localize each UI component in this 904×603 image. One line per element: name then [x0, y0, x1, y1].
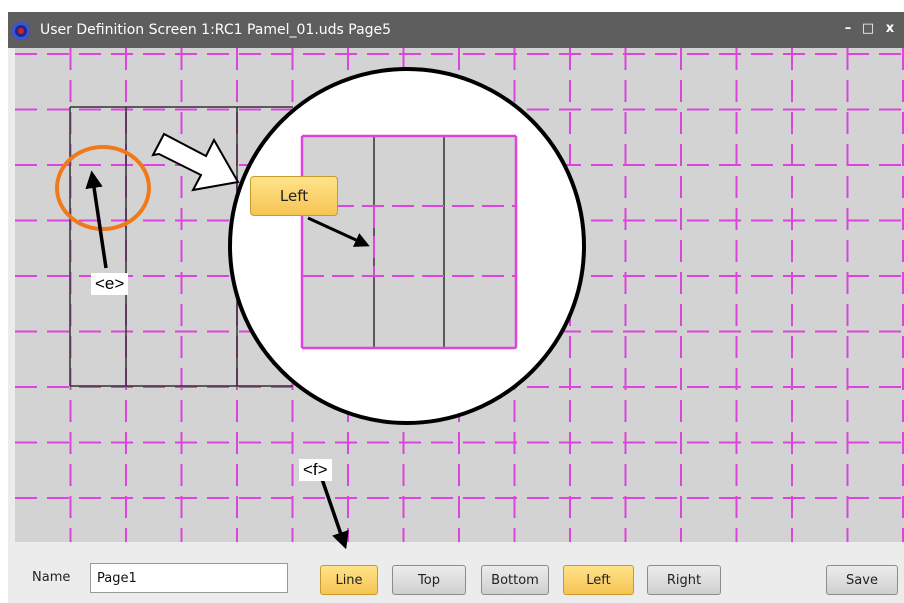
- callout-f: <f>: [299, 459, 332, 481]
- arrow-e: [85, 170, 108, 269]
- zoom-left-button: Left: [250, 176, 338, 216]
- annotation-overlay: [55, 67, 586, 550]
- highlight-circle: [55, 145, 151, 231]
- zoom-grid: [300, 134, 518, 350]
- callout-e: <e>: [91, 273, 129, 295]
- pointer-arrow-icon: [151, 132, 240, 192]
- zoom-canvas: [302, 136, 516, 348]
- arrow-f: [320, 478, 349, 550]
